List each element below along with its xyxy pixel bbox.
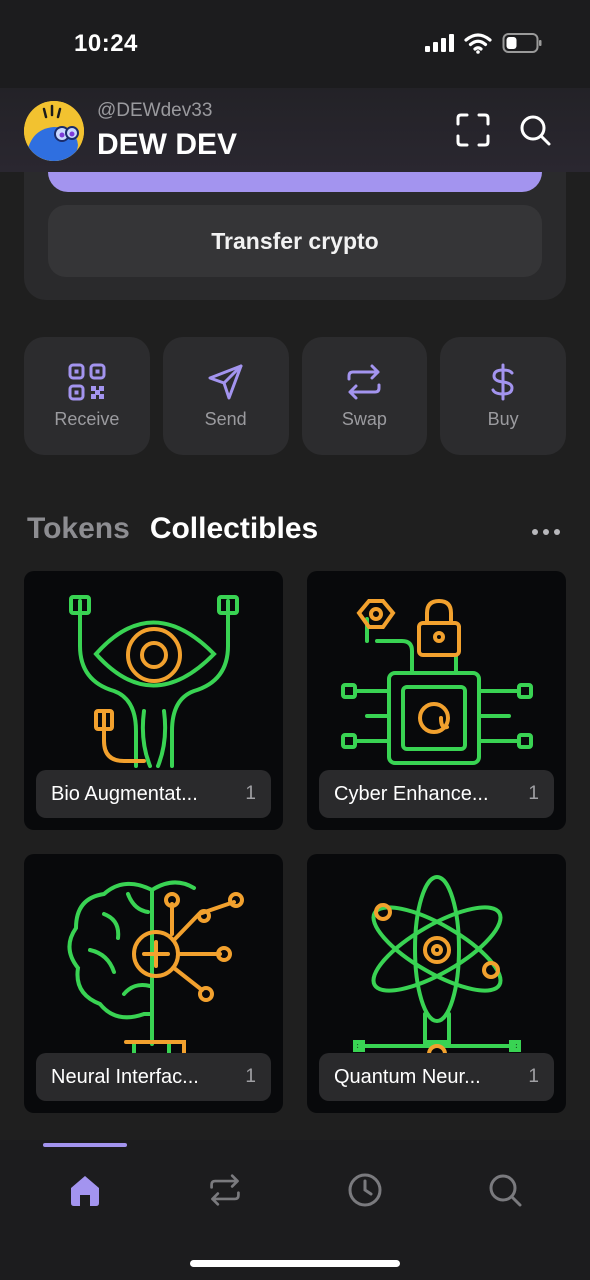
cellular-signal-icon [425,34,454,52]
swap-label: Swap [341,408,387,429]
collectible-count: 1 [528,783,539,804]
tab-collectibles[interactable]: Collectibles [150,512,318,546]
quick-actions: Receive Send Swap Buy [24,337,566,455]
collectible-count: 1 [245,783,256,804]
collectible-label: Cyber Enhance... 1 [319,770,554,818]
status-icons [424,32,542,54]
buy-label: Buy [487,408,519,429]
collectible-card[interactable]: Bio Augmentat... 1 [24,571,283,830]
avatar[interactable] [24,101,84,161]
status-bar: 10:24 [0,0,590,88]
collectible-count: 1 [245,1066,256,1087]
send-icon [208,364,243,399]
wifi-icon [464,33,492,54]
user-handle: @DEWdev33 [97,100,213,121]
receive-button[interactable]: Receive [24,337,150,455]
search-button[interactable] [515,110,555,150]
more-options-button[interactable] [532,520,564,544]
home-icon [71,1176,99,1206]
qr-code-icon [68,363,106,400]
battery-icon [502,33,542,53]
collectible-label: Neural Interfac... 1 [36,1053,271,1101]
transfer-crypto-button[interactable]: Transfer crypto [48,205,542,277]
dollar-icon [491,363,514,400]
nav-history[interactable] [343,1168,387,1212]
receive-label: Receive [54,408,120,429]
avatar-image [24,101,84,161]
scan-button[interactable] [453,110,493,150]
nav-swap[interactable] [203,1168,247,1212]
collectible-name: Bio Augmentat... [51,782,198,805]
nav-search[interactable] [483,1168,527,1212]
active-tab-indicator [43,1143,127,1147]
scan-icon [456,113,490,147]
more-dot-icon [554,529,560,535]
send-label: Send [204,408,247,429]
bottom-navigation [0,1140,590,1280]
tab-tokens[interactable]: Tokens [27,512,130,546]
buy-button[interactable]: Buy [440,337,566,455]
send-button[interactable]: Send [162,337,289,455]
nav-home[interactable] [63,1168,107,1212]
more-dot-icon [543,529,549,535]
collectible-label: Quantum Neur... 1 [319,1053,554,1101]
more-dot-icon [532,529,538,535]
user-display-name: DEW DEV [97,128,238,161]
home-indicator [190,1260,400,1267]
collectible-label: Bio Augmentat... 1 [36,770,271,818]
collectible-card[interactable]: Quantum Neur... 1 [307,854,566,1113]
swap-button[interactable]: Swap [301,337,428,455]
collectible-count: 1 [528,1066,539,1087]
collectible-card[interactable]: Cyber Enhance... 1 [307,571,566,830]
search-icon [520,115,551,146]
search-icon [489,1174,522,1207]
collectible-name: Neural Interfac... [51,1065,199,1088]
clock-icon [348,1173,382,1207]
status-time: 10:24 [74,30,138,57]
collectible-name: Cyber Enhance... [334,782,489,805]
collectible-card[interactable]: Neural Interfac... 1 [24,854,283,1113]
profile-header: @DEWdev33 DEW DEV [0,88,590,172]
swap-icon [347,364,381,399]
asset-tabs: Tokens Collectibles [27,512,318,546]
swap-icon [210,1174,240,1206]
collectible-name: Quantum Neur... [334,1065,481,1088]
